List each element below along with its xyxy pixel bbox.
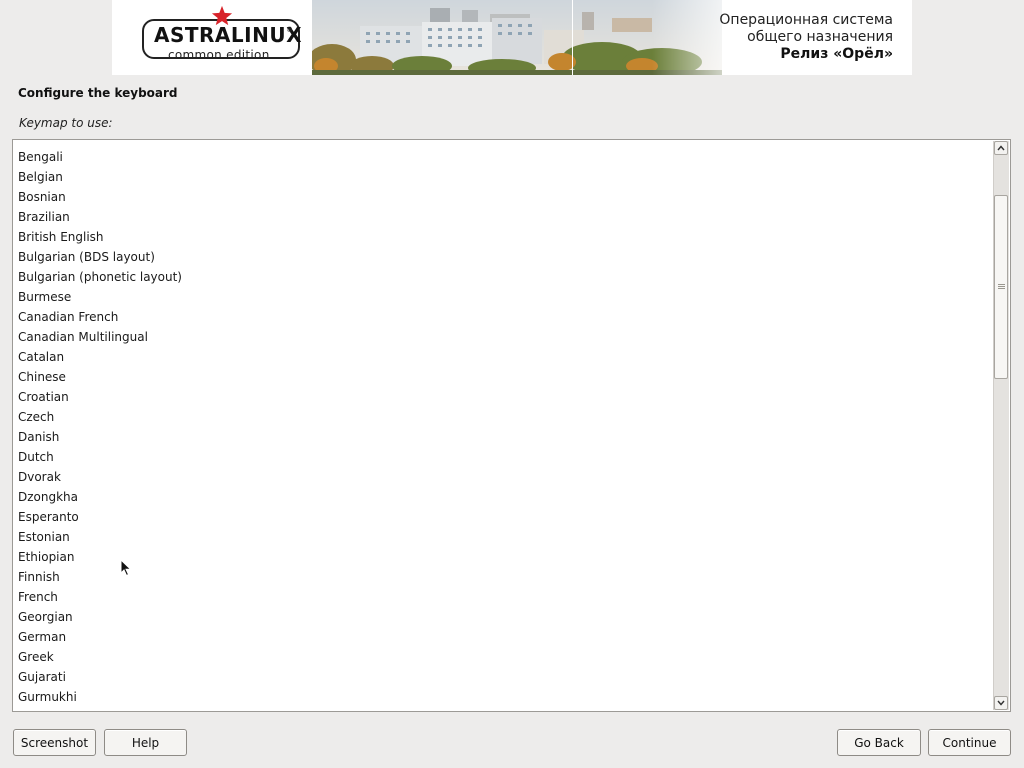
keymap-option[interactable]: British English xyxy=(13,227,992,247)
keymap-option[interactable]: Bulgarian (phonetic layout) xyxy=(13,267,992,287)
keymap-option[interactable]: Bosnian xyxy=(13,187,992,207)
keymap-list-items: Bengali Belgian Bosnian Brazilian British En… xyxy=(13,147,992,707)
keymap-list[interactable]: Bengali Belgian Bosnian Brazilian British En… xyxy=(12,139,1011,712)
page-title: Configure the keyboard xyxy=(18,86,178,100)
keymap-option[interactable]: Georgian xyxy=(13,607,992,627)
scroll-down-button[interactable] xyxy=(994,696,1008,710)
logo-subtitle: common edition xyxy=(168,48,270,62)
keymap-option[interactable]: Esperanto xyxy=(13,507,992,527)
keymap-option[interactable]: Dutch xyxy=(13,447,992,467)
release-name: Релиз «Орёл» xyxy=(780,46,893,62)
installer-window: ASTRALINUX ® common edition Операционная… xyxy=(0,0,1024,768)
keymap-option[interactable]: Danish xyxy=(13,427,992,447)
keymap-option[interactable]: Brazilian xyxy=(13,207,992,227)
help-button[interactable]: Help xyxy=(104,729,187,756)
logo-title: ASTRALINUX xyxy=(154,23,302,47)
scroll-up-button[interactable] xyxy=(994,141,1008,155)
keymap-option[interactable]: Dzongkha xyxy=(13,487,992,507)
os-line-2: общего назначения xyxy=(747,29,893,45)
keymap-option[interactable]: Canadian French xyxy=(13,307,992,327)
continue-button[interactable]: Continue xyxy=(928,729,1011,756)
astralinux-logo: ASTRALINUX ® common edition xyxy=(112,0,312,75)
keymap-option[interactable]: Czech xyxy=(13,407,992,427)
header-banner: ASTRALINUX ® common edition Операционная… xyxy=(112,0,912,75)
keymap-option[interactable]: Croatian xyxy=(13,387,992,407)
keymap-option[interactable]: Gujarati xyxy=(13,667,992,687)
keymap-option[interactable]: French xyxy=(13,587,992,607)
vertical-scrollbar[interactable] xyxy=(993,141,1009,710)
mouse-pointer-icon xyxy=(120,559,132,577)
os-line-1: Операционная система xyxy=(719,12,893,28)
keymap-option[interactable]: Gurmukhi xyxy=(13,687,992,707)
keymap-option[interactable]: Greek xyxy=(13,647,992,667)
keymap-option[interactable]: Dvorak xyxy=(13,467,992,487)
keymap-option[interactable]: Bengali xyxy=(13,147,992,167)
scrollbar-thumb[interactable] xyxy=(994,195,1008,379)
keymap-option[interactable]: Ethiopian xyxy=(13,547,992,567)
chevron-down-icon xyxy=(997,700,1005,706)
keymap-option[interactable]: German xyxy=(13,627,992,647)
keymap-option[interactable]: Chinese xyxy=(13,367,992,387)
keymap-option[interactable]: Belgian xyxy=(13,167,992,187)
logo-registered-mark: ® xyxy=(286,26,293,34)
keymap-option[interactable]: Burmese xyxy=(13,287,992,307)
chevron-up-icon xyxy=(997,145,1005,151)
screenshot-button[interactable]: Screenshot xyxy=(13,729,96,756)
keymap-option[interactable]: Catalan xyxy=(13,347,992,367)
keymap-label: Keymap to use: xyxy=(19,116,113,130)
keymap-option[interactable]: Bulgarian (BDS layout) xyxy=(13,247,992,267)
keymap-option[interactable]: Estonian xyxy=(13,527,992,547)
keymap-option[interactable]: Canadian Multilingual xyxy=(13,327,992,347)
go-back-button[interactable]: Go Back xyxy=(837,729,921,756)
keymap-option[interactable]: Finnish xyxy=(13,567,992,587)
os-description: Операционная система общего назначения Р… xyxy=(719,12,893,63)
